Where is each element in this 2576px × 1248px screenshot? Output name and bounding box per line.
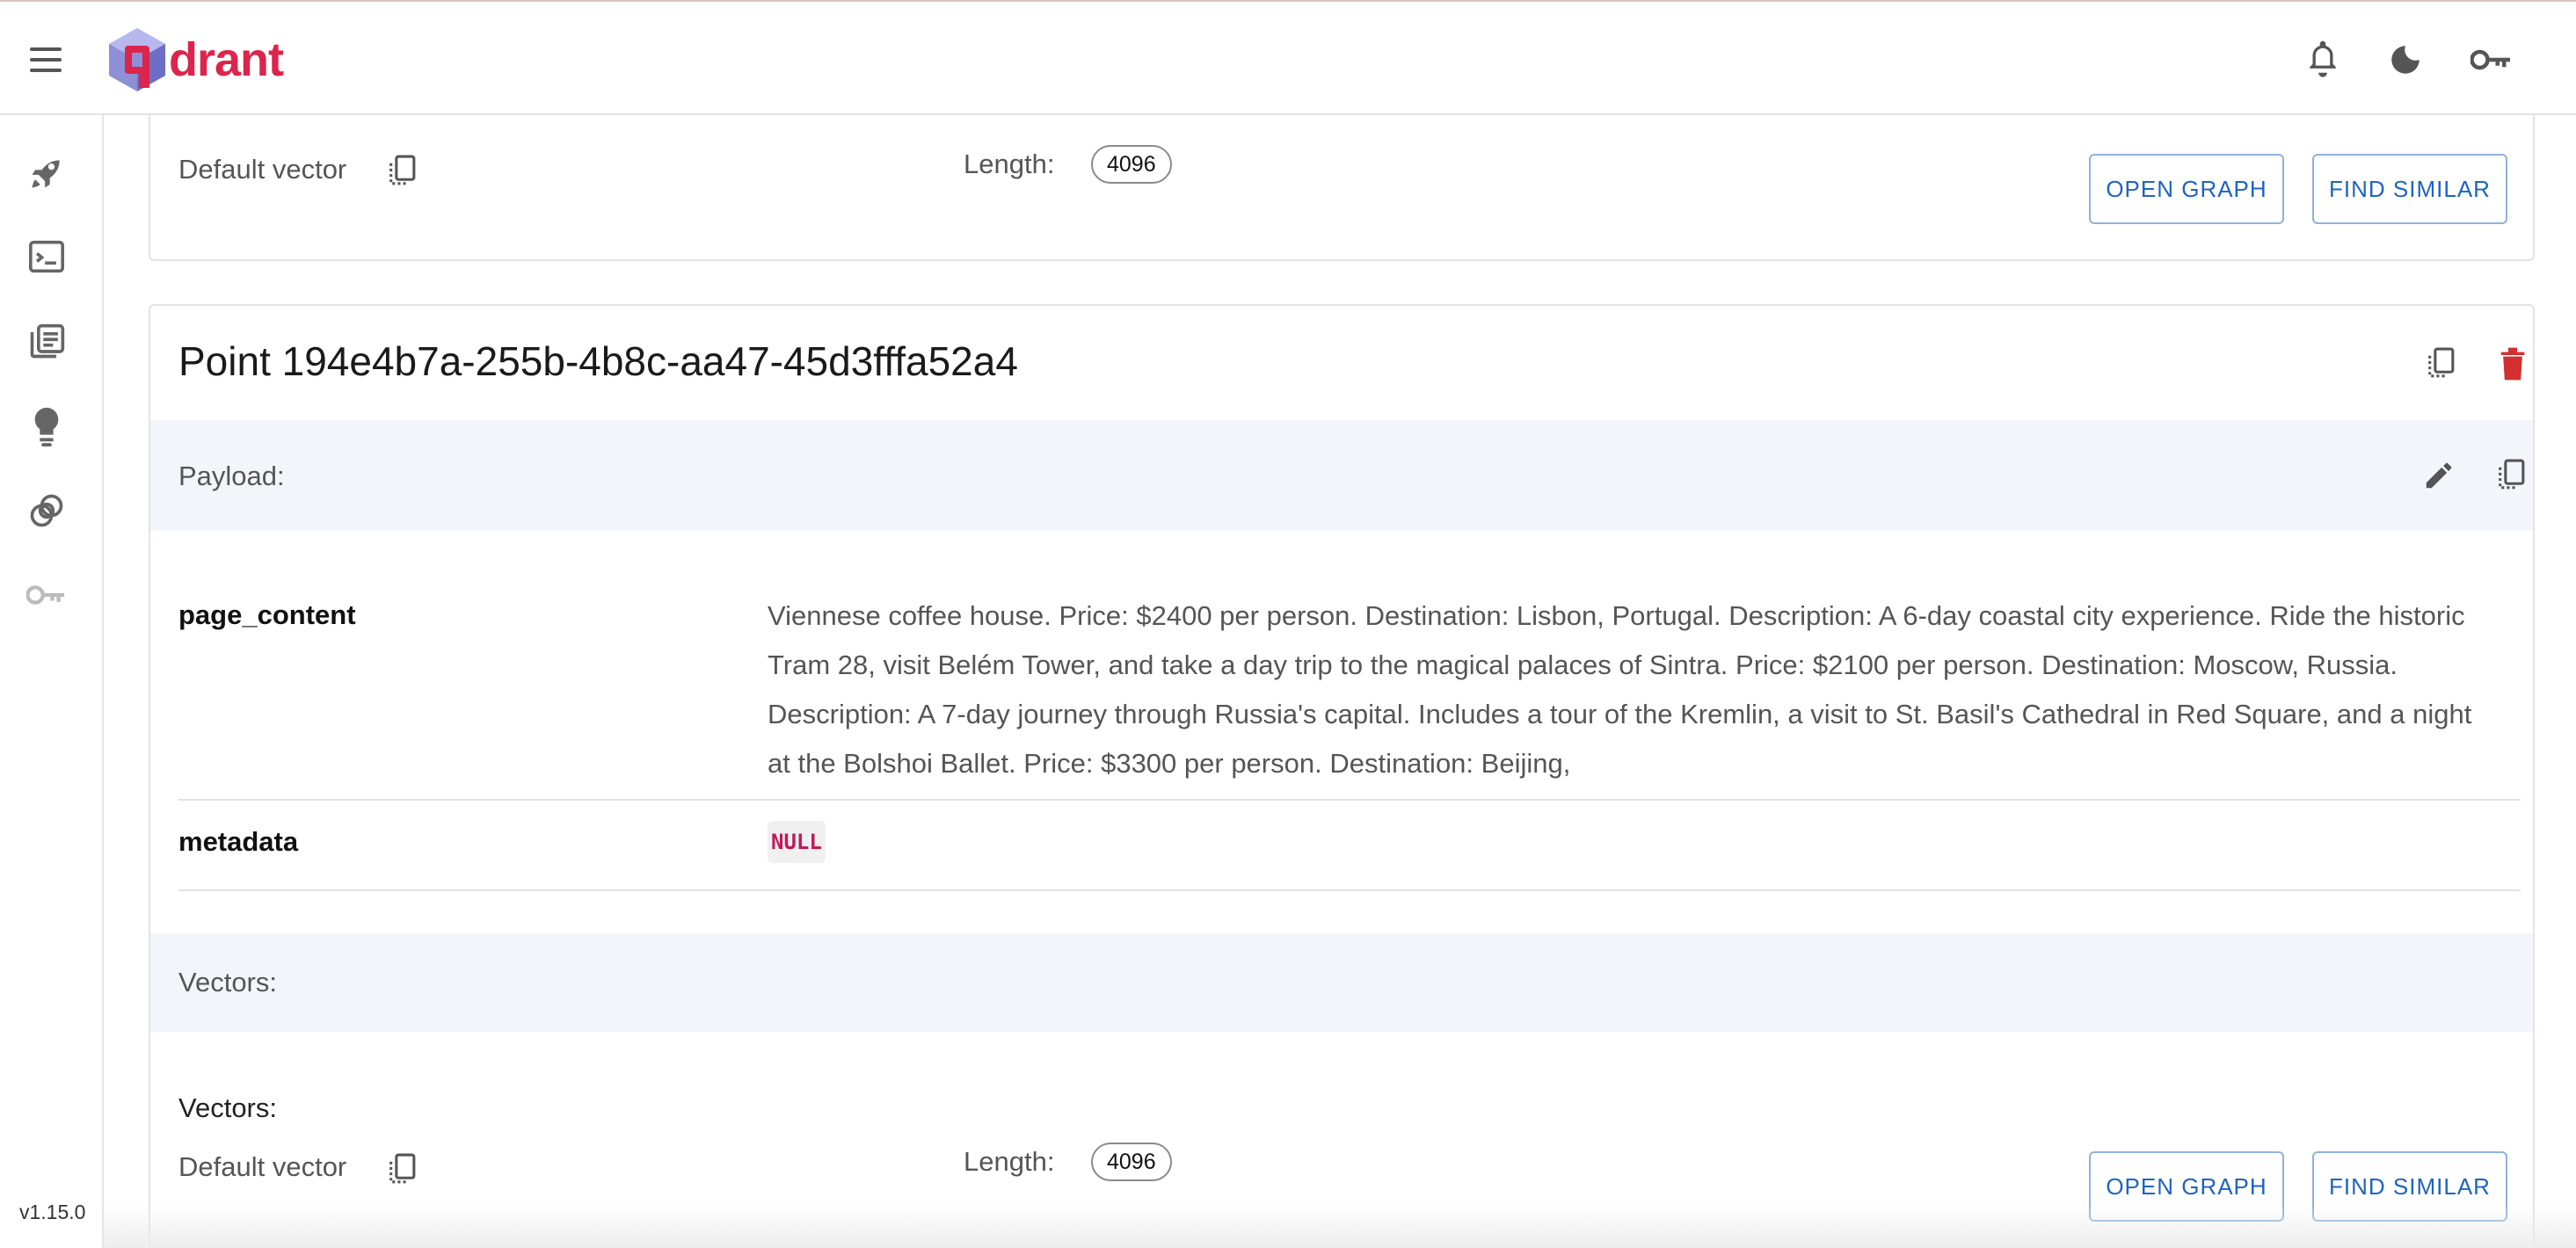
sidebar: v1.15.0 [0,115,104,1248]
copy-vector-icon[interactable] [377,1145,426,1194]
key-icon[interactable] [2467,35,2516,84]
qdrant-logo-mark [109,28,165,91]
brand-name: drant [169,33,284,86]
length-label: Length: [964,149,1055,179]
payload-label: Payload: [178,461,285,491]
payload-key: page_content [178,599,356,630]
menu-icon[interactable] [26,42,67,77]
open-graph-button[interactable]: OPEN GRAPH [2089,154,2284,224]
main-content: Default vector Length: 4096 OPEN GRAPH F… [104,115,2576,1248]
payload-header: Payload: [150,420,2533,531]
collections-icon[interactable] [24,319,69,365]
row-divider [178,889,2521,891]
moon-icon[interactable] [2381,35,2430,84]
api-key-icon[interactable] [24,572,69,618]
find-similar-button[interactable]: FIND SIMILAR [2312,1151,2507,1222]
rocket-icon[interactable] [24,150,69,196]
delete-point-icon[interactable] [2488,339,2537,388]
previous-point-card: Default vector Length: 4096 OPEN GRAPH F… [149,115,2535,261]
payload-key: metadata [178,826,299,857]
point-card: Point 194e4b7a-255b-4b8c-aa47-45d3fffa52… [149,304,2535,1248]
top-app-bar: drant [0,0,2576,115]
app-version: v1.15.0 [19,1201,86,1223]
vectors-header: Vectors: [150,933,2533,1032]
vectors-band-label: Vectors: [178,967,277,998]
copy-point-icon[interactable] [2416,339,2465,388]
payload-value: Viennese coffee house. Price: $2400 per … [768,600,2472,779]
open-graph-button[interactable]: OPEN GRAPH [2089,1151,2284,1222]
vectors-heading: Vectors: [178,1092,277,1123]
bell-icon[interactable] [2298,35,2347,84]
length-chip: 4096 [1091,145,1172,184]
console-icon[interactable] [24,234,69,279]
point-title: Point 194e4b7a-255b-4b8c-aa47-45d3fffa52… [178,338,1018,384]
qdrant-logo[interactable]: drant [107,26,284,93]
find-similar-button[interactable]: FIND SIMILAR [2312,154,2507,224]
datasets-icon[interactable] [24,488,69,533]
copy-payload-icon[interactable] [2486,451,2536,500]
length-chip: 4096 [1091,1143,1172,1181]
vector-name: Default vector [178,154,347,185]
edit-payload-icon[interactable] [2414,451,2463,500]
row-divider [178,799,2521,801]
length-label: Length: [964,1146,1055,1177]
lightbulb-icon[interactable] [24,403,69,449]
vector-name: Default vector [178,1151,347,1182]
null-value-badge: NULL [768,821,826,863]
copy-vector-icon[interactable] [377,147,426,196]
